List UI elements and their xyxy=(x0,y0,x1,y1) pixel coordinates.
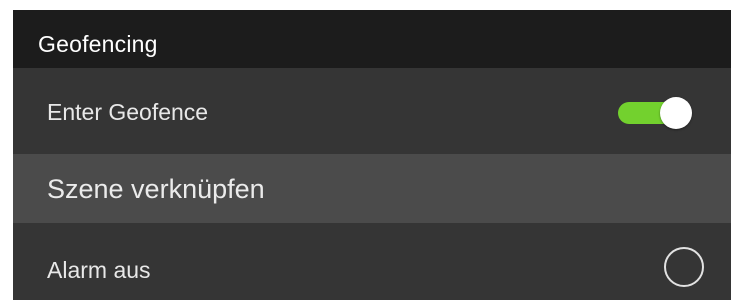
link-scene-row[interactable]: Szene verknüpfen xyxy=(13,154,731,223)
toggle-thumb xyxy=(660,97,692,129)
enter-geofence-label: Enter Geofence xyxy=(47,99,209,125)
geofencing-screen: Geofencing Enter Geofence Szene verknüpf… xyxy=(13,10,731,300)
alarm-off-row[interactable]: Alarm aus xyxy=(13,223,731,300)
alarm-off-radio[interactable] xyxy=(664,247,704,287)
link-scene-label: Szene verknüpfen xyxy=(47,174,265,204)
section-title: Geofencing xyxy=(38,31,158,57)
section-header: Geofencing xyxy=(13,10,731,68)
enter-geofence-toggle[interactable] xyxy=(616,97,694,129)
enter-geofence-row[interactable]: Enter Geofence xyxy=(13,68,731,154)
alarm-off-label: Alarm aus xyxy=(47,257,151,283)
